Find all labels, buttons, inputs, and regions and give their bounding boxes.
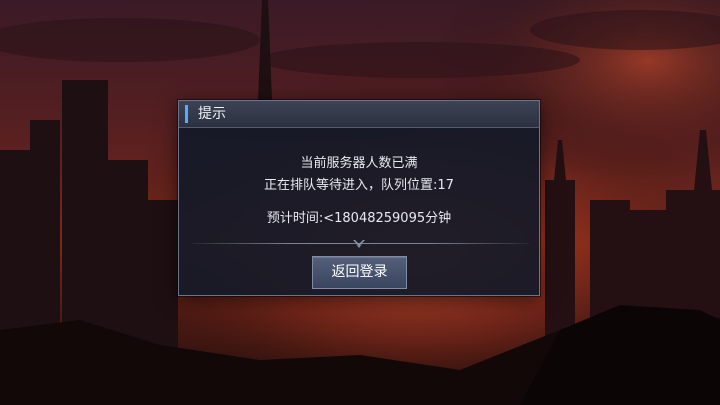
message-server-full: 当前服务器人数已满 — [300, 156, 418, 171]
message-queue-position: 正在排队等待进入，队列位置:17 — [264, 178, 454, 193]
message-estimated-time: 预计时间:<18048259095分钟 — [266, 211, 452, 226]
chevron-down-icon — [353, 240, 365, 248]
dialog-title: 提示 — [198, 106, 226, 122]
queue-dialog: 提示 当前服务器人数已满 正在排队等待进入，队列位置:17 预计时间:<1804… — [178, 100, 540, 296]
return-to-login-button[interactable]: 返回登录 — [312, 256, 407, 289]
dialog-header: 提示 — [179, 101, 539, 128]
header-accent-bar — [185, 105, 188, 123]
